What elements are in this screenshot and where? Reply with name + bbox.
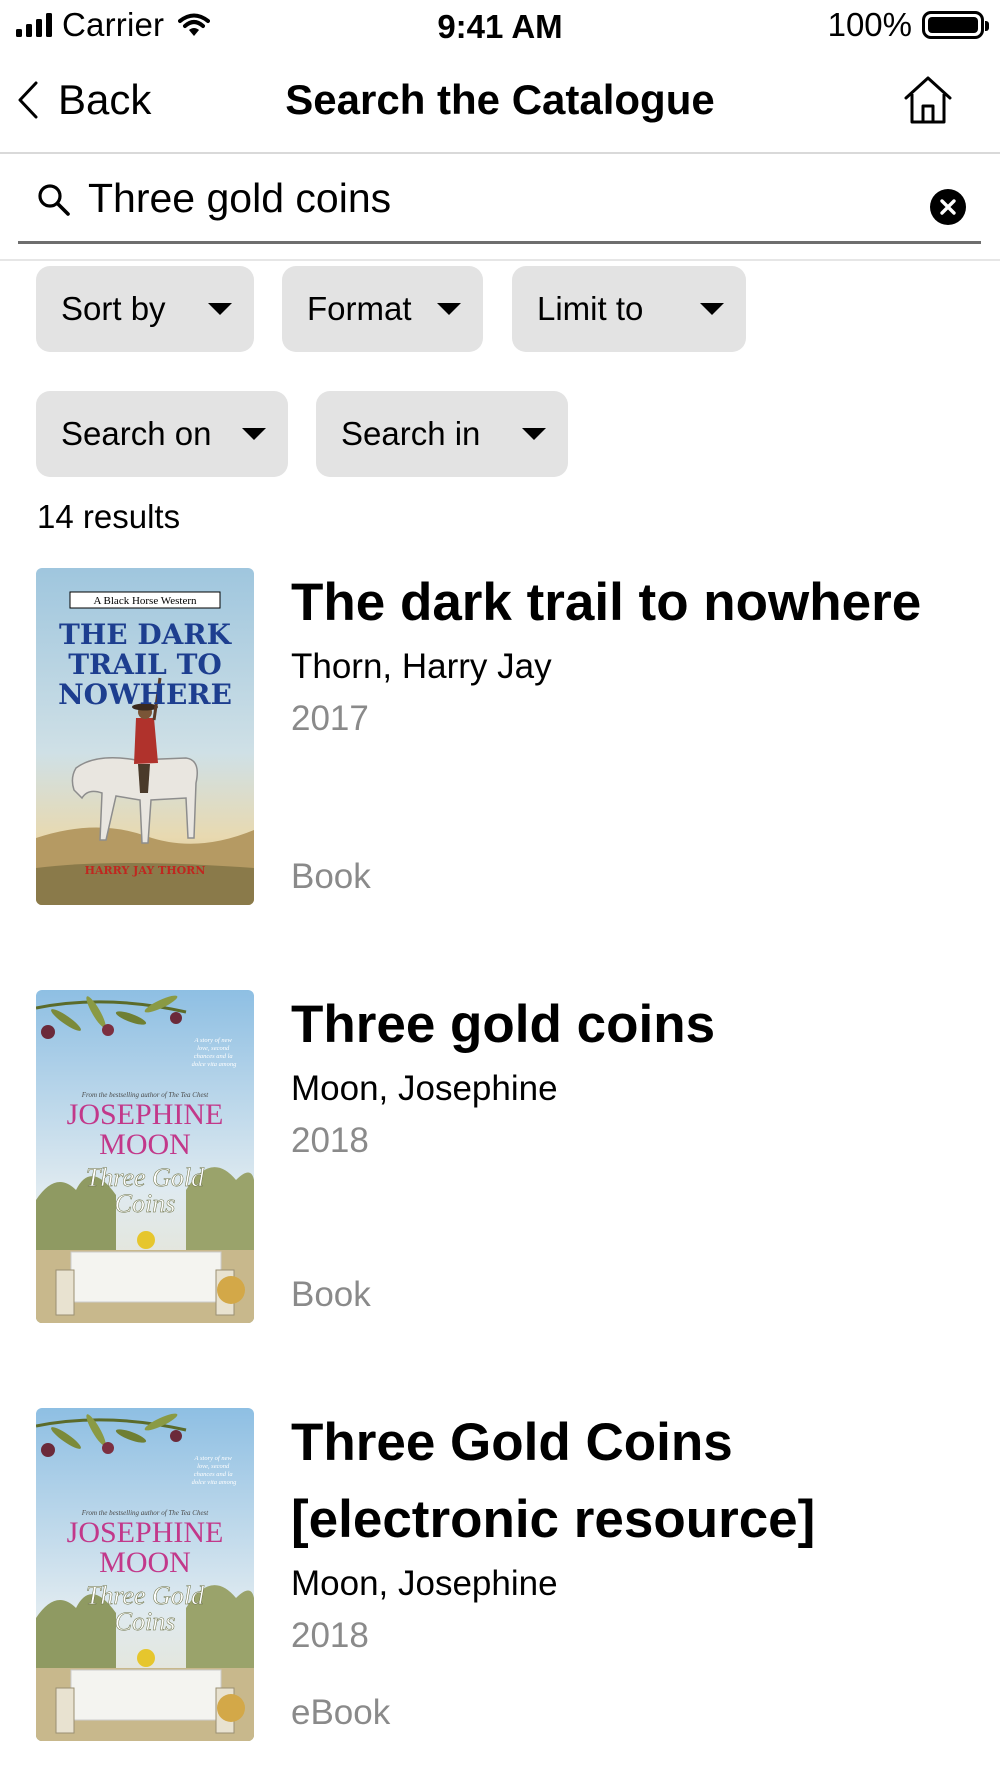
cover-author-text: HARRY JAY THORN	[85, 864, 206, 877]
caret-down-icon	[242, 428, 266, 440]
cover-series-text: A Black Horse Western	[93, 595, 197, 607]
cover-tagline-line: A story of new	[194, 1037, 233, 1044]
cover-tagline-line: A story of new	[194, 1455, 233, 1462]
cover-tagline: A story of new love, second chances and …	[192, 1037, 238, 1068]
limit-to-label: Limit to	[537, 290, 644, 327]
home-icon	[904, 76, 952, 124]
caret-down-icon	[437, 303, 461, 315]
cover-tagline-line: love, second	[197, 1045, 230, 1052]
cover-tagline-line: dolce vita among	[192, 1479, 238, 1486]
status-right: 100%	[827, 6, 989, 44]
status-bar: Carrier 9:41 AM 100%	[0, 0, 1000, 56]
search-field	[18, 154, 981, 244]
search-on-label: Search on	[61, 415, 212, 452]
result-title: Three Gold Coins [electronic resource]	[291, 1413, 816, 1549]
cover-title-line: Coins	[115, 1189, 176, 1218]
result-author: Thorn, Harry Jay	[291, 647, 552, 686]
cover-title-line: THE DARK	[59, 618, 233, 651]
result-year: 2018	[291, 1616, 369, 1655]
result-title: Three gold coins	[291, 995, 716, 1054]
result-year: 2018	[291, 1121, 369, 1160]
sort-by-dropdown[interactable]: Sort by	[36, 266, 254, 352]
result-item[interactable]: A Black Horse Western THE DARK TRAIL TO …	[36, 568, 986, 906]
search-on-dropdown[interactable]: Search on	[36, 391, 288, 477]
home-button[interactable]	[900, 72, 956, 128]
clear-search-button[interactable]	[930, 189, 966, 225]
caret-down-icon	[522, 428, 546, 440]
result-info: Three gold coins Moon, Josephine 2018	[291, 990, 981, 1167]
battery-icon	[922, 11, 989, 39]
results-count: 14 results	[37, 498, 181, 535]
cover-title-line: Three Gold	[86, 1163, 205, 1192]
cover-title-line: TRAIL TO	[68, 648, 222, 681]
result-author: Moon, Josephine	[291, 1069, 558, 1108]
cover-tagline-line: chances and la	[194, 1053, 233, 1060]
format-dropdown[interactable]: Format	[282, 266, 483, 352]
cover-author-line: JOSEPHINE	[67, 1516, 224, 1549]
cover-tagline-line: dolce vita among	[192, 1061, 238, 1068]
result-author: Moon, Josephine	[291, 1564, 558, 1603]
nav-bar: Back Search the Catalogue	[0, 56, 1000, 154]
clear-icon	[940, 199, 956, 215]
format-label: Format	[307, 290, 412, 327]
cover-author-line: MOON	[99, 1128, 191, 1161]
cover-tagline-line: love, second	[197, 1463, 230, 1470]
cover-author-line: MOON	[99, 1546, 191, 1579]
result-format: Book	[291, 857, 371, 896]
search-icon	[38, 184, 70, 216]
search-in-dropdown[interactable]: Search in	[316, 391, 568, 477]
result-info: Three Gold Coins [electronic resource] M…	[291, 1408, 981, 1662]
result-year: 2017	[291, 699, 369, 738]
search-bar	[0, 154, 1000, 261]
caret-down-icon	[700, 303, 724, 315]
book-cover: A story of new love, second chances and …	[36, 990, 254, 1323]
result-item[interactable]: A story of new love, second chances and …	[36, 1408, 986, 1742]
cover-title-line: NOWHERE	[58, 678, 232, 711]
result-format: Book	[291, 1275, 371, 1314]
back-button[interactable]: Back	[16, 76, 151, 124]
cover-author-line: JOSEPHINE	[67, 1098, 224, 1131]
cover-tagline: A story of new love, second chances and …	[192, 1455, 238, 1486]
back-label: Back	[58, 76, 152, 123]
cover-title-line: Three Gold	[86, 1581, 205, 1610]
book-cover: A story of new love, second chances and …	[36, 1408, 254, 1741]
cover-title-line: Coins	[115, 1607, 176, 1636]
cover-tagline-line: chances and la	[194, 1471, 233, 1478]
search-input[interactable]	[88, 168, 908, 228]
caret-down-icon	[208, 303, 232, 315]
sort-by-label: Sort by	[61, 290, 166, 327]
result-info: The dark trail to nowhere Thorn, Harry J…	[291, 568, 981, 745]
limit-to-dropdown[interactable]: Limit to	[512, 266, 746, 352]
battery-percent: 100%	[827, 6, 912, 43]
chevron-left-icon	[18, 81, 38, 119]
search-in-label: Search in	[341, 415, 481, 452]
book-cover: A Black Horse Western THE DARK TRAIL TO …	[36, 568, 254, 905]
result-item[interactable]: A story of new love, second chances and …	[36, 990, 986, 1324]
result-format: eBook	[291, 1693, 391, 1732]
result-title: The dark trail to nowhere	[291, 573, 922, 632]
